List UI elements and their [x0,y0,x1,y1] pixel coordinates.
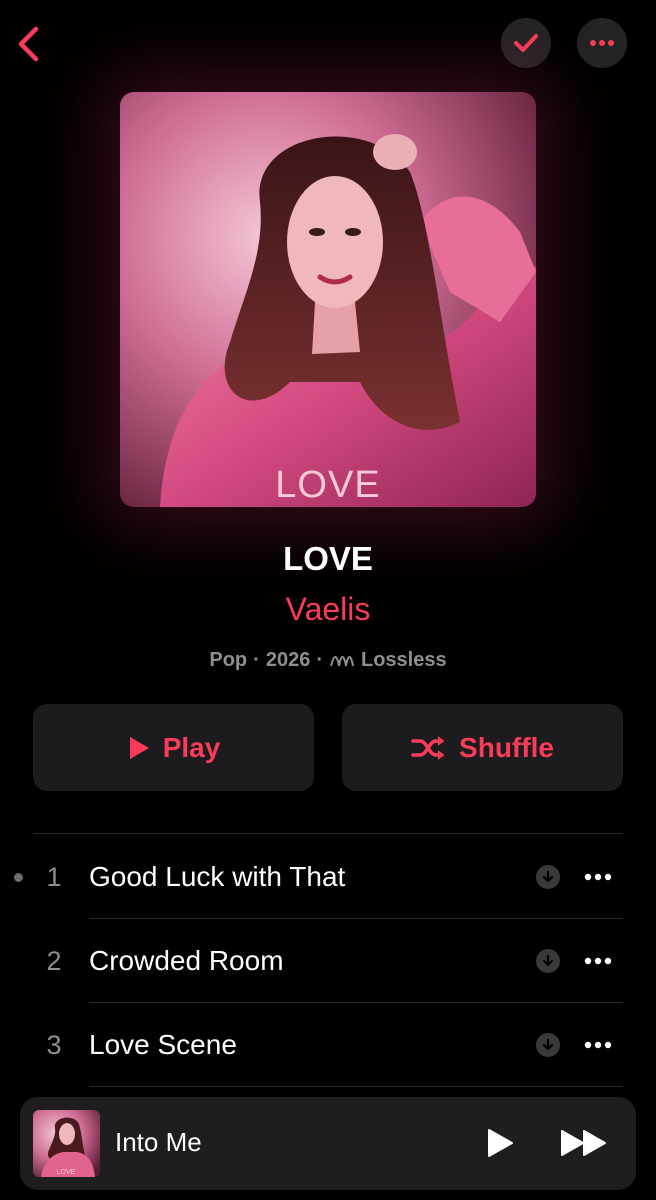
row-divider [89,1086,623,1087]
genre: Pop [209,649,248,671]
track-number: 3 [46,1029,62,1060]
album-meta: Pop · 2026 · Lossless [0,649,656,672]
divider [33,833,623,834]
play-button[interactable]: Play [33,704,314,791]
track-more-button[interactable] [576,857,620,897]
back-button[interactable] [8,22,48,66]
track-title: Love Scene [89,1029,237,1060]
shuffle-button[interactable]: Shuffle [342,704,623,791]
track-more-button[interactable] [576,941,620,981]
album-cover: LOVE [120,92,536,507]
track-number: 2 [46,945,62,976]
track-row[interactable]: 3 Love Scene [0,1003,656,1087]
fast-forward-icon [561,1130,606,1156]
cover-text: LOVE [275,464,380,506]
ellipsis-icon [584,873,612,881]
play-label: Play [162,731,221,763]
mini-player[interactable]: LOVE Into Me [20,1097,636,1190]
ellipsis-icon [590,40,614,46]
track-title: Good Luck with That [89,861,346,892]
shuffle-label: Shuffle [459,731,554,763]
track-row[interactable]: 1 Good Luck with That [0,835,656,919]
ellipsis-icon [584,1041,612,1049]
play-icon [488,1129,513,1157]
track-more-button[interactable] [576,1025,620,1065]
separator: · [253,649,260,671]
album-title: LOVE [283,540,373,577]
play-icon [129,736,149,759]
separator: · [316,649,323,671]
mini-player-artwork: LOVE [33,1110,100,1177]
artist-name[interactable]: Vaelis [0,591,656,628]
now-playing-indicator [14,872,23,882]
track-number: 1 [46,861,62,892]
quality-label: Lossless [361,649,447,671]
download-icon[interactable] [536,865,560,889]
more-options-button[interactable] [577,18,627,68]
download-icon[interactable] [536,1033,560,1057]
track-row[interactable]: 2 Crowded Room [0,919,656,1003]
chevron-left-icon [18,26,39,62]
mini-play-button[interactable] [478,1121,522,1165]
shuffle-icon [411,735,445,760]
fast-forward-button[interactable] [554,1121,614,1165]
lossless-wave-icon [330,655,354,666]
track-title: Crowded Room [89,945,284,976]
ellipsis-icon [584,957,612,965]
download-icon[interactable] [536,949,560,973]
mini-art-text: LOVE [57,1169,76,1176]
year: 2026 [265,649,311,671]
mini-player-title: Into Me [115,1127,202,1157]
checkmark-icon [514,34,538,52]
saved-button[interactable] [501,18,551,68]
